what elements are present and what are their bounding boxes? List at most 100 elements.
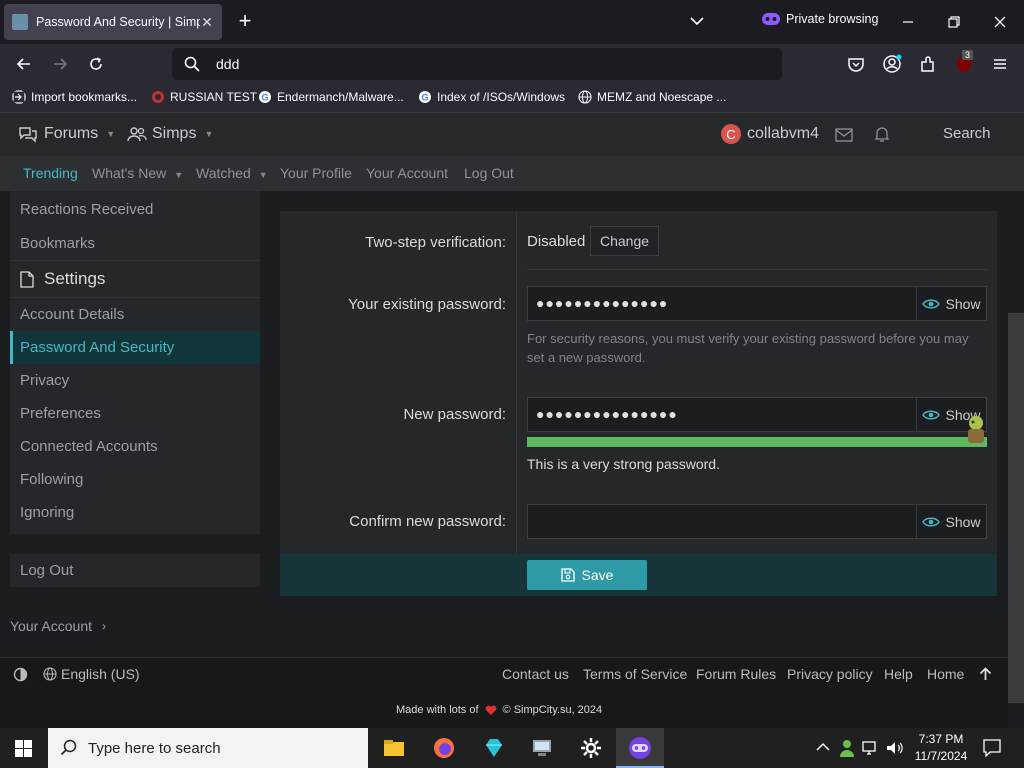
network-app-icon[interactable] bbox=[530, 736, 554, 760]
cursor-character-icon bbox=[968, 416, 984, 443]
sidebar-item-account-details[interactable]: Account Details bbox=[10, 298, 260, 331]
forums-nav[interactable]: Forums ▼ bbox=[18, 125, 115, 143]
footer-home[interactable]: Home bbox=[927, 666, 964, 682]
sidebar-item-log-out[interactable]: Log Out bbox=[10, 554, 260, 587]
footer-privacy-policy[interactable]: Privacy policy bbox=[787, 666, 873, 682]
language-chooser[interactable]: English (US) bbox=[43, 666, 140, 682]
new-tab-icon[interactable]: + bbox=[234, 10, 256, 32]
windows-start-icon[interactable] bbox=[15, 740, 32, 757]
globe-icon bbox=[578, 90, 592, 104]
account-icon[interactable] bbox=[882, 54, 902, 74]
footer-contact-us[interactable]: Contact us bbox=[502, 666, 569, 682]
account-sidebar: Reactions Received Bookmarks Settings Ac… bbox=[10, 191, 260, 587]
notifications-icon[interactable] bbox=[983, 739, 1001, 757]
new-password-label: New password: bbox=[403, 406, 506, 423]
footer-terms[interactable]: Terms of Service bbox=[583, 666, 687, 682]
new-password-value: ●●●●●●●●●●●●●●● bbox=[536, 406, 678, 422]
menu-icon[interactable] bbox=[990, 54, 1010, 74]
breadcrumb[interactable]: Your Account › bbox=[10, 618, 106, 634]
bell-icon[interactable] bbox=[874, 125, 890, 143]
bookmark-isos[interactable]: G Index of /ISOs/Windows bbox=[418, 90, 565, 104]
tab-close-icon[interactable]: ✕ bbox=[200, 14, 214, 31]
ublock-extension[interactable]: 3 bbox=[954, 50, 974, 74]
show-existing-password-button[interactable]: Show bbox=[916, 287, 986, 320]
sidebar-item-ignoring[interactable]: Ignoring bbox=[10, 496, 260, 534]
main-content: Reactions Received Bookmarks Settings Ac… bbox=[0, 191, 1008, 657]
volume-icon[interactable] bbox=[886, 740, 904, 756]
subnav-whats-new[interactable]: What's New ▼ bbox=[92, 165, 183, 181]
sidebar-item-privacy[interactable]: Privacy bbox=[10, 364, 260, 397]
sidebar-item-reactions-received[interactable]: Reactions Received bbox=[10, 191, 260, 227]
sidebar-item-password-security[interactable]: Password And Security bbox=[10, 331, 260, 364]
sidebar-item-connected-accounts[interactable]: Connected Accounts bbox=[10, 430, 260, 463]
bookmark-endermanch[interactable]: G Endermanch/Malware... bbox=[258, 90, 404, 104]
reload-icon[interactable] bbox=[86, 54, 106, 74]
change-two-step-button[interactable]: Change bbox=[590, 226, 659, 256]
search-link[interactable]: Search bbox=[943, 125, 991, 142]
close-window-icon[interactable] bbox=[990, 12, 1010, 32]
taskbar-search-box[interactable]: Type here to search bbox=[48, 728, 368, 768]
restore-icon[interactable] bbox=[944, 12, 964, 32]
forward-icon[interactable] bbox=[50, 54, 70, 74]
save-button[interactable]: Save bbox=[527, 560, 647, 590]
form-submit-row: Save bbox=[280, 554, 997, 596]
back-icon[interactable] bbox=[14, 54, 34, 74]
made-with-love-credit: Made with lots of © SimpCity.su, 2024 bbox=[396, 704, 602, 716]
private-browsing-taskbar-icon bbox=[629, 737, 651, 759]
footer-forum-rules[interactable]: Forum Rules bbox=[696, 666, 776, 682]
clock-time: 7:37 PM bbox=[918, 732, 964, 746]
chevron-up-icon[interactable] bbox=[816, 742, 830, 752]
theme-toggle-icon[interactable] bbox=[13, 667, 28, 682]
existing-password-value: ●●●●●●●●●●●●●● bbox=[536, 295, 669, 311]
minimize-icon[interactable] bbox=[898, 12, 918, 32]
made-prefix: Made with lots of bbox=[396, 704, 479, 716]
user-tray-icon[interactable] bbox=[838, 738, 856, 758]
subnav-log-out[interactable]: Log Out bbox=[464, 165, 514, 181]
site-footer: English (US) Contact us Terms of Service… bbox=[0, 657, 1008, 728]
clock[interactable]: 7:37 PM 11/7/2024 bbox=[912, 731, 970, 765]
bookmark-memz[interactable]: MEMZ and Noescape ... bbox=[578, 90, 726, 104]
bookmark-import[interactable]: Import bookmarks... bbox=[12, 90, 137, 104]
taskbar-private-firefox[interactable] bbox=[616, 728, 664, 768]
bookmark-russian-test[interactable]: RUSSIAN TEST bbox=[151, 90, 257, 104]
browser-tab[interactable]: Password And Security | SimpCi ✕ bbox=[4, 4, 222, 40]
eye-icon bbox=[922, 299, 941, 308]
pocket-icon[interactable] bbox=[846, 54, 866, 74]
gem-app-icon[interactable] bbox=[482, 736, 506, 760]
subnav-your-profile[interactable]: Your Profile bbox=[280, 165, 352, 181]
existing-password-field[interactable]: ●●●●●●●●●●●●●● Show bbox=[527, 286, 987, 321]
network-icon[interactable] bbox=[862, 740, 880, 756]
tab-list-chevron-icon[interactable] bbox=[688, 12, 706, 30]
password-strength-fill bbox=[527, 437, 987, 447]
subnav-watched[interactable]: Watched ▼ bbox=[196, 165, 268, 181]
address-bar[interactable]: ddd bbox=[172, 48, 782, 80]
show-confirm-password-button[interactable]: Show bbox=[916, 505, 986, 538]
mail-icon[interactable] bbox=[835, 127, 853, 143]
settings-gear-icon[interactable] bbox=[579, 736, 603, 760]
clock-date: 11/7/2024 bbox=[914, 749, 968, 763]
file-explorer-icon[interactable] bbox=[382, 736, 406, 760]
tab-bar: Password And Security | SimpCi ✕ + Priva… bbox=[0, 0, 1024, 44]
search-icon bbox=[60, 739, 77, 756]
import-icon bbox=[12, 90, 26, 104]
extensions-icon[interactable] bbox=[918, 54, 938, 74]
footer-help[interactable]: Help bbox=[884, 666, 913, 682]
confirm-password-field[interactable]: Show bbox=[527, 504, 987, 539]
private-mask-icon bbox=[762, 13, 780, 25]
new-password-field[interactable]: ●●●●●●●●●●●●●●● Show bbox=[527, 397, 987, 432]
row-divider bbox=[527, 269, 987, 270]
user-menu[interactable]: C collabvm4 bbox=[721, 124, 819, 144]
password-security-form: Two-step verification: Disabled Change Y… bbox=[280, 211, 997, 596]
subnav-your-account[interactable]: Your Account bbox=[366, 165, 448, 181]
arrow-up-icon[interactable] bbox=[979, 667, 992, 681]
scrollbar-thumb[interactable] bbox=[1008, 313, 1024, 703]
subnav-trending[interactable]: Trending bbox=[23, 165, 78, 181]
made-suffix: © SimpCity.su, 2024 bbox=[502, 704, 603, 716]
simps-nav[interactable]: Simps ▼ bbox=[127, 125, 213, 143]
firefox-icon[interactable] bbox=[432, 736, 456, 760]
sidebar-item-following[interactable]: Following bbox=[10, 463, 260, 496]
sidebar-item-bookmarks[interactable]: Bookmarks bbox=[10, 227, 260, 260]
sidebar-item-preferences[interactable]: Preferences bbox=[10, 397, 260, 430]
form-divider bbox=[516, 211, 517, 554]
settings-heading-label: Settings bbox=[44, 269, 106, 288]
